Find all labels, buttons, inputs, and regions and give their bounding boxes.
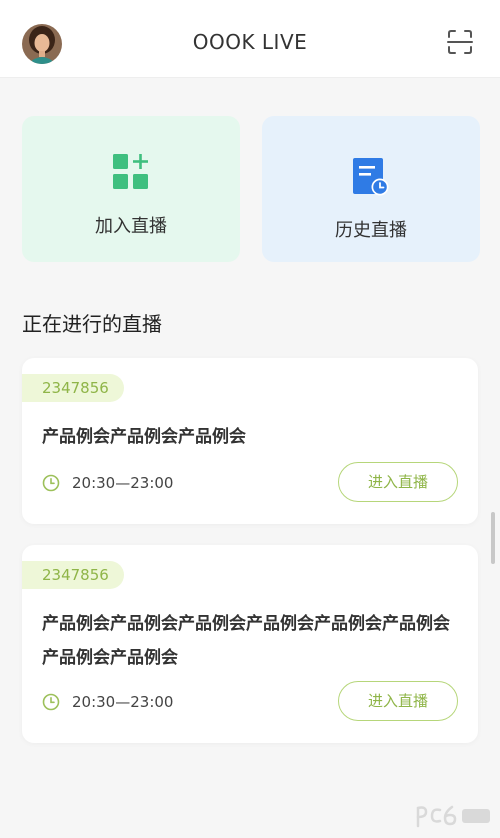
time-row: 20:30—23:00 (42, 691, 173, 713)
top-bar: OOOK LIVE (0, 0, 500, 78)
live-title: 产品例会产品例会产品例会产品例会产品例会产品例会产品例会产品例会 (42, 614, 450, 668)
scan-button[interactable] (444, 26, 476, 58)
clock-icon (42, 693, 60, 711)
watermark-logo (412, 800, 494, 830)
enter-live-button[interactable]: 进入直播 (338, 681, 458, 721)
app-screen: OOOK LIVE 加入直播 历史直播 正在进行的直播 2347856 产品例会… (0, 0, 500, 838)
live-item[interactable]: 2347856 产品例会产品例会产品例会 20:30—23:00 进入直播 (22, 358, 478, 524)
scrollbar[interactable] (491, 512, 495, 564)
live-time: 20:30—23:00 (72, 693, 174, 711)
history-live-card[interactable]: 历史直播 (262, 116, 480, 262)
live-title: 产品例会产品例会产品例会 (42, 427, 246, 447)
ongoing-live-heading: 正在进行的直播 (22, 312, 162, 336)
time-row: 20:30—23:00 (42, 472, 173, 494)
history-live-label: 历史直播 (335, 220, 407, 241)
enter-live-button[interactable]: 进入直播 (338, 462, 458, 502)
clock-icon (42, 474, 60, 492)
room-id-badge: 2347856 (22, 561, 124, 589)
grid-plus-icon (113, 154, 148, 189)
scan-icon (447, 30, 473, 54)
app-title: OOOK LIVE (192, 30, 308, 54)
live-item[interactable]: 2347856 产品例会产品例会产品例会产品例会产品例会产品例会产品例会产品例会… (22, 545, 478, 743)
join-live-card[interactable]: 加入直播 (22, 116, 240, 262)
room-id-badge: 2347856 (22, 374, 124, 402)
history-document-icon (353, 158, 389, 196)
live-time: 20:30—23:00 (72, 474, 174, 492)
join-live-label: 加入直播 (95, 216, 167, 237)
